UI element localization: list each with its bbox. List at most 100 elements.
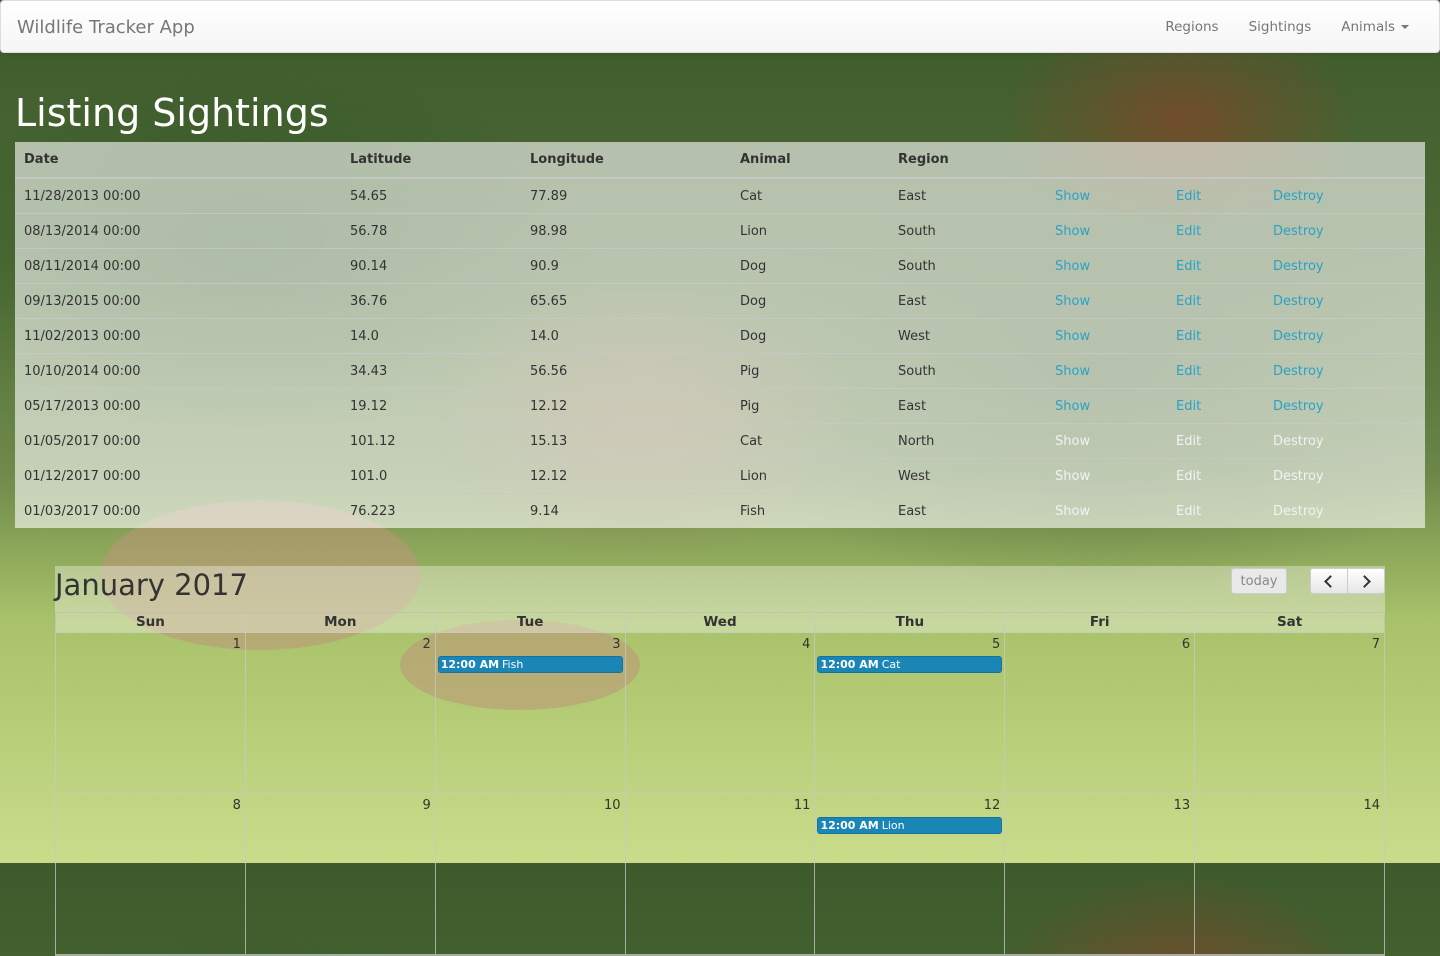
show-link[interactable]: Show xyxy=(1055,189,1090,204)
edit-link[interactable]: Edit xyxy=(1176,294,1201,309)
table-cell-longitude: 90.9 xyxy=(521,248,731,284)
header-latitude: Latitude xyxy=(341,142,521,179)
destroy-link[interactable]: Destroy xyxy=(1273,469,1324,484)
destroy-link[interactable]: Destroy xyxy=(1273,294,1324,309)
destroy-link[interactable]: Destroy xyxy=(1273,224,1324,239)
table-cell-action: Destroy xyxy=(1264,353,1425,389)
calendar-day[interactable]: 11 xyxy=(624,794,815,954)
day-number: 4 xyxy=(802,637,811,652)
edit-link[interactable]: Edit xyxy=(1176,224,1201,239)
table-cell-latitude: 90.14 xyxy=(341,248,521,284)
calendar-title: January 2017 xyxy=(55,568,248,602)
event-time: 12:00 AM xyxy=(820,819,879,832)
calendar-day[interactable]: 1 xyxy=(56,633,245,793)
calendar-event[interactable]: 12:00 AM Lion xyxy=(817,817,1003,834)
table-cell-date: 11/28/2013 00:00 xyxy=(15,177,341,214)
table-cell-longitude: 12.12 xyxy=(521,458,731,494)
calendar-event[interactable]: 12:00 AM Cat xyxy=(817,656,1003,673)
destroy-link[interactable]: Destroy xyxy=(1273,504,1324,519)
show-link[interactable]: Show xyxy=(1055,329,1090,344)
table-cell-animal: Dog xyxy=(731,248,889,284)
calendar-day[interactable]: 13 xyxy=(1004,794,1194,954)
table-cell-region: South xyxy=(889,213,1046,249)
edit-link[interactable]: Edit xyxy=(1176,469,1201,484)
show-link[interactable]: Show xyxy=(1055,259,1090,274)
destroy-link[interactable]: Destroy xyxy=(1273,364,1324,379)
nav-sightings[interactable]: Sightings xyxy=(1234,1,1327,52)
calendar-day[interactable]: 4 xyxy=(624,633,815,793)
event-title: Fish xyxy=(502,658,524,671)
destroy-link[interactable]: Destroy xyxy=(1273,259,1324,274)
calendar-day[interactable]: 3 12:00 AM Fish xyxy=(434,633,625,793)
calendar-grid: Sun Mon Tue Wed Thu Fri Sat 1 2 3 12:00 AM Fish 4 5 1… xyxy=(55,612,1385,956)
today-button[interactable]: today xyxy=(1231,568,1287,594)
table-header-row: Date Latitude Longitude Animal Region xyxy=(15,142,1425,179)
calendar-day[interactable]: 2 xyxy=(244,633,435,793)
edit-link[interactable]: Edit xyxy=(1176,399,1201,414)
table-cell-region: South xyxy=(889,248,1046,284)
table-row: 01/05/2017 00:00 101.12 15.13 Cat North Show E… xyxy=(15,423,1425,459)
calendar-day[interactable]: 14 xyxy=(1194,794,1384,954)
edit-link[interactable]: Edit xyxy=(1176,364,1201,379)
header-show xyxy=(1046,142,1167,179)
table-cell-region: West xyxy=(889,318,1046,354)
calendar-event[interactable]: 12:00 AM Fish xyxy=(437,656,623,673)
table-cell-animal: Cat xyxy=(731,177,889,214)
table-cell-latitude: 76.223 xyxy=(341,493,521,528)
destroy-link[interactable]: Destroy xyxy=(1273,399,1324,414)
calendar-day[interactable]: 8 xyxy=(56,794,245,954)
calendar-day[interactable]: 5 12:00 AM Cat xyxy=(814,633,1004,793)
calendar-week: 8 9 10 11 12 12:00 AM Lion 13 14 xyxy=(56,794,1384,955)
show-link[interactable]: Show xyxy=(1055,399,1090,414)
table-cell-latitude: 101.12 xyxy=(341,423,521,459)
day-number: 2 xyxy=(422,637,431,652)
destroy-link[interactable]: Destroy xyxy=(1273,329,1324,344)
edit-link[interactable]: Edit xyxy=(1176,259,1201,274)
show-link[interactable]: Show xyxy=(1055,294,1090,309)
calendar-day[interactable]: 10 xyxy=(434,794,625,954)
brand[interactable]: Wildlife Tracker App xyxy=(17,17,195,38)
edit-link[interactable]: Edit xyxy=(1176,434,1201,449)
table-row: 11/28/2013 00:00 54.65 77.89 Cat East Show Edi… xyxy=(15,177,1425,214)
show-link[interactable]: Show xyxy=(1055,364,1090,379)
table-cell-region: West xyxy=(889,458,1046,494)
next-month-button[interactable] xyxy=(1348,568,1385,594)
table-cell-longitude: 56.56 xyxy=(521,353,731,389)
show-link[interactable]: Show xyxy=(1055,469,1090,484)
day-number: 7 xyxy=(1371,637,1381,652)
nav-regions[interactable]: Regions xyxy=(1150,1,1233,52)
table-cell-region: East xyxy=(889,493,1046,528)
edit-link[interactable]: Edit xyxy=(1176,504,1201,519)
header-region: Region xyxy=(889,142,1046,179)
table-cell-action: Show xyxy=(1046,423,1167,459)
edit-link[interactable]: Edit xyxy=(1176,189,1201,204)
calendar-day[interactable]: 6 xyxy=(1004,633,1194,793)
day-number: 13 xyxy=(1173,798,1191,813)
weekday-sun: Sun xyxy=(135,614,165,630)
show-link[interactable]: Show xyxy=(1055,224,1090,239)
day-number: 3 xyxy=(612,637,621,652)
destroy-link[interactable]: Destroy xyxy=(1273,189,1324,204)
calendar-day[interactable]: 12 12:00 AM Lion xyxy=(814,794,1004,954)
day-number: 8 xyxy=(232,798,241,813)
table-cell-date: 10/10/2014 00:00 xyxy=(15,353,341,389)
prev-month-button[interactable] xyxy=(1310,568,1348,594)
table-cell-action: Destroy xyxy=(1264,213,1425,249)
destroy-link[interactable]: Destroy xyxy=(1273,434,1324,449)
table-cell-action: Destroy xyxy=(1264,283,1425,319)
table-row: 08/13/2014 00:00 56.78 98.98 Lion South Show E… xyxy=(15,213,1425,249)
show-link[interactable]: Show xyxy=(1055,504,1090,519)
calendar-day[interactable]: 7 xyxy=(1194,633,1384,793)
table-cell-animal: Dog xyxy=(731,283,889,319)
table-cell-region: North xyxy=(889,423,1046,459)
weekday-fri: Fri xyxy=(1004,613,1194,632)
table-cell-action: Show xyxy=(1046,177,1167,214)
edit-link[interactable]: Edit xyxy=(1176,329,1201,344)
table-row: 05/17/2013 00:00 19.12 12.12 Pig East Show Edi… xyxy=(15,388,1425,424)
calendar-day[interactable]: 9 xyxy=(244,794,435,954)
event-time: 12:00 AM xyxy=(440,658,500,671)
table-cell-region: East xyxy=(889,283,1046,319)
show-link[interactable]: Show xyxy=(1055,434,1090,449)
table-cell-action: Edit xyxy=(1167,177,1264,214)
nav-animals-dropdown[interactable]: Animals xyxy=(1326,1,1439,52)
